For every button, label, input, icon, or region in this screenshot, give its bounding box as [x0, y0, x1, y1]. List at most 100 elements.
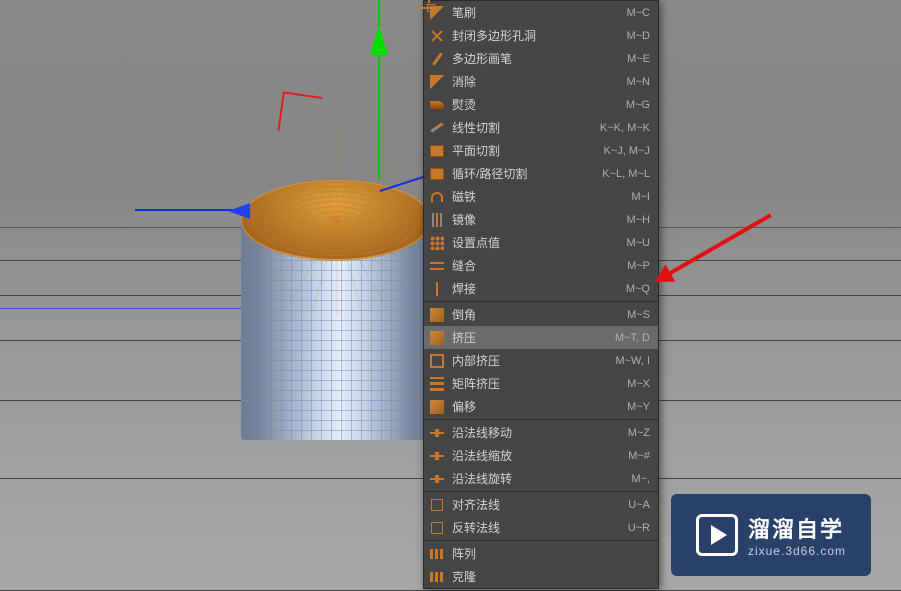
menu-item-22[interactable]: 沿法线旋转 M~, [424, 467, 658, 490]
pen-icon [428, 50, 446, 68]
menu-item-shortcut: M~U [626, 237, 650, 249]
slide-icon [428, 424, 446, 442]
menu-item-shortcut: K~L, M~L [602, 168, 650, 180]
menu-item-18[interactable]: 偏移 M~Y [424, 395, 658, 418]
watermark-title: 溜溜自学 [748, 512, 844, 544]
menu-item-label: 磁铁 [452, 188, 621, 205]
dots-icon [428, 234, 446, 252]
menu-item-label: 熨烫 [452, 96, 616, 113]
menu-item-label: 笔刷 [452, 4, 616, 21]
menu-item-shortcut: M~C [626, 7, 650, 19]
menu-item-28[interactable]: 克隆 [424, 565, 658, 588]
menu-item-shortcut: M~G [626, 99, 650, 111]
menu-item-7[interactable]: 循环/路径切割 K~L, M~L [424, 162, 658, 185]
menu-item-11[interactable]: 缝合 M~P [424, 254, 658, 277]
normal-icon [428, 496, 446, 514]
menu-item-shortcut: M~P [627, 260, 650, 272]
menu-separator [424, 491, 658, 492]
menu-item-20[interactable]: 沿法线移动 M~Z [424, 421, 658, 444]
menu-item-label: 镜像 [452, 211, 616, 228]
array-icon [428, 545, 446, 563]
menu-item-label: 线性切割 [452, 119, 590, 136]
menu-item-label: 沿法线移动 [452, 424, 618, 441]
menu-item-label: 焊接 [452, 280, 616, 297]
menu-item-9[interactable]: 镜像 M~H [424, 208, 658, 231]
stitch-icon [428, 257, 446, 275]
gizmo-rotation-arc[interactable] [277, 91, 322, 136]
context-menu[interactable]: 笔刷 M~C 封闭多边形孔洞 M~D 多边形画笔 M~E 消除M~N 熨烫 M~G 线性切割 K~K… [423, 0, 659, 589]
axis-x-arrow[interactable] [228, 203, 250, 219]
iron-icon [428, 96, 446, 114]
menu-item-shortcut: M~W, I [615, 355, 650, 367]
menu-item-label: 阵列 [452, 545, 640, 562]
menu-item-label: 内部挤压 [452, 352, 605, 369]
menu-item-shortcut: M~S [627, 309, 650, 321]
menu-item-label: 多边形画笔 [452, 50, 617, 67]
menu-item-12[interactable]: 焊接 M~Q [424, 277, 658, 300]
menu-item-27[interactable]: 阵列 [424, 542, 658, 565]
slide-icon [428, 447, 446, 465]
menu-item-shortcut: M~Y [627, 401, 650, 413]
mirror-icon [428, 211, 446, 229]
brush-icon [428, 73, 446, 91]
menu-item-shortcut: M~X [627, 378, 650, 390]
menu-item-4[interactable]: 熨烫 M~G [424, 93, 658, 116]
menu-item-label: 封闭多边形孔洞 [452, 27, 616, 44]
menu-item-21[interactable]: 沿法线缩放M~# [424, 444, 658, 467]
magnet-icon [428, 188, 446, 206]
menu-item-label: 偏移 [452, 398, 617, 415]
menu-item-5[interactable]: 线性切割 K~K, M~K [424, 116, 658, 139]
menu-item-shortcut: K~J, M~J [604, 145, 650, 157]
menu-item-24[interactable]: 对齐法线 U~A [424, 493, 658, 516]
knife-icon [428, 119, 446, 137]
menu-separator [424, 419, 658, 420]
play-icon [696, 514, 738, 556]
cylinder-top-selected [241, 180, 431, 260]
menu-item-label: 沿法线缩放 [452, 447, 618, 464]
box-icon [428, 142, 446, 160]
slide-icon [428, 470, 446, 488]
matrix-icon [428, 375, 446, 393]
menu-item-0[interactable]: 笔刷 M~C [424, 1, 658, 24]
menu-item-3[interactable]: 消除M~N [424, 70, 658, 93]
menu-item-shortcut: M~I [631, 191, 650, 203]
menu-item-6[interactable]: 平面切割K~J, M~J [424, 139, 658, 162]
menu-item-25[interactable]: 反转法线U~R [424, 516, 658, 539]
menu-item-label: 缝合 [452, 257, 617, 274]
array-icon [428, 568, 446, 586]
menu-separator [424, 301, 658, 302]
menu-item-label: 倒角 [452, 306, 617, 323]
menu-item-label: 对齐法线 [452, 496, 618, 513]
menu-item-17[interactable]: 矩阵挤压M~X [424, 372, 658, 395]
menu-item-label: 沿法线旋转 [452, 470, 621, 487]
menu-item-14[interactable]: 倒角 M~S [424, 303, 658, 326]
menu-item-shortcut: U~A [628, 499, 650, 511]
menu-separator [424, 540, 658, 541]
cylinder-object[interactable] [241, 180, 431, 440]
close-icon [428, 27, 446, 45]
menu-item-shortcut: M~E [627, 53, 650, 65]
menu-item-10[interactable]: 设置点值 M~U [424, 231, 658, 254]
menu-item-shortcut: M~H [626, 214, 650, 226]
menu-item-shortcut: K~K, M~K [600, 122, 650, 134]
menu-item-label: 反转法线 [452, 519, 618, 536]
menu-item-label: 设置点值 [452, 234, 616, 251]
box-icon [428, 165, 446, 183]
menu-item-label: 循环/路径切割 [452, 165, 592, 182]
inner-icon [428, 352, 446, 370]
cube-icon [428, 306, 446, 324]
menu-item-shortcut: M~, [631, 473, 650, 485]
menu-item-2[interactable]: 多边形画笔 M~E [424, 47, 658, 70]
menu-item-shortcut: M~T, D [615, 332, 650, 344]
axis-y-arrow[interactable] [370, 25, 388, 55]
menu-item-shortcut: M~Q [626, 283, 650, 295]
watermark-url: zixue.3d66.com [748, 544, 846, 558]
menu-item-shortcut: M~N [626, 76, 650, 88]
normal-icon [428, 519, 446, 537]
menu-item-8[interactable]: 磁铁 M~I [424, 185, 658, 208]
menu-item-15[interactable]: 挤压M~T, D [424, 326, 658, 349]
menu-item-1[interactable]: 封闭多边形孔洞 M~D [424, 24, 658, 47]
menu-item-shortcut: M~D [626, 30, 650, 42]
menu-item-shortcut: M~Z [628, 427, 650, 439]
menu-item-16[interactable]: 内部挤压 M~W, I [424, 349, 658, 372]
